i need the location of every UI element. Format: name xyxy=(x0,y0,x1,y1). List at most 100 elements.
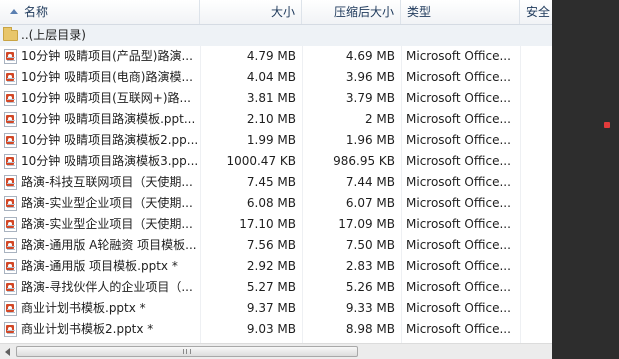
file-name-cell: 10分钟 吸睛项目(互联网+)路... xyxy=(0,88,200,109)
file-name-cell: 商业计划书模板.pptx * xyxy=(0,298,200,319)
file-type: Microsoft Office... xyxy=(406,196,511,210)
file-size: 4.04 MB xyxy=(246,70,296,84)
file-name-cell: 10分钟 吸睛项目路演模板.ppt... xyxy=(0,109,200,130)
side-panel-edge xyxy=(552,0,619,359)
folder-up-icon xyxy=(3,27,18,41)
powerpoint-file-icon xyxy=(4,322,17,337)
powerpoint-file-icon xyxy=(4,301,17,316)
file-name-cell: 路演-寻找伙伴人的企业项目（... xyxy=(0,277,200,298)
file-compressed-size: 5.26 MB xyxy=(345,280,395,294)
file-row[interactable]: 商业计划书模板2.pptx * 9.03 MB 8.98 MB Microsoft O… xyxy=(0,319,552,340)
file-type: Microsoft Office... xyxy=(406,154,511,168)
file-row[interactable]: 路演-实业型企业项目（天使期... 17.10 MB 17.09 MB Microso… xyxy=(0,214,552,235)
file-row[interactable]: 路演-寻找伙伴人的企业项目（... 5.27 MB 5.26 MB Microsoft… xyxy=(0,277,552,298)
file-size: 1000.47 KB xyxy=(226,154,296,168)
file-name: 10分钟 吸睛项目路演模板.ppt... xyxy=(21,112,196,126)
file-type: Microsoft Office... xyxy=(406,175,511,189)
file-compressed-size: 6.07 MB xyxy=(345,196,395,210)
file-name: 10分钟 吸睛项目路演模板2.pp... xyxy=(21,133,199,147)
file-name: 路演-实业型企业项目（天使期... xyxy=(21,196,193,210)
file-row[interactable]: 路演-科技互联网项目（天使期... 7.45 MB 7.44 MB Microsoft… xyxy=(0,172,552,193)
file-type: Microsoft Office... xyxy=(406,322,511,336)
file-size: 9.37 MB xyxy=(246,301,296,315)
file-compressed-size: 2 MB xyxy=(364,112,395,126)
powerpoint-file-icon xyxy=(4,49,17,64)
file-name: 路演-科技互联网项目（天使期... xyxy=(21,175,193,189)
powerpoint-file-icon xyxy=(4,217,17,232)
parent-directory-name-cell: ..(上层目录) xyxy=(0,25,200,46)
file-type: Microsoft Office... xyxy=(406,238,511,252)
file-name-cell: 路演-通用版 A轮融资 项目模板... xyxy=(0,235,200,256)
column-header-size[interactable]: 大小 xyxy=(200,0,302,24)
column-header-compressed-label: 压缩后大小 xyxy=(333,5,394,19)
scrollbar-grip-icon xyxy=(183,349,191,354)
column-header-type[interactable]: 类型 xyxy=(401,0,520,24)
column-header-compressed-size[interactable]: 压缩后大小 xyxy=(302,0,401,24)
column-header-size-label: 大小 xyxy=(270,5,295,19)
file-compressed-size: 7.50 MB xyxy=(345,238,395,252)
file-size: 2.10 MB xyxy=(246,112,296,126)
file-size: 9.03 MB xyxy=(246,322,296,336)
file-row[interactable]: 10分钟 吸睛项目(产品型)路演... 4.79 MB 4.69 MB Microso… xyxy=(0,46,552,67)
file-type: Microsoft Office... xyxy=(406,301,511,315)
file-size: 2.92 MB xyxy=(246,259,296,273)
file-size: 5.27 MB xyxy=(246,280,296,294)
powerpoint-file-icon xyxy=(4,196,17,211)
column-header-security-label: 安全 xyxy=(526,5,551,19)
powerpoint-file-icon xyxy=(4,91,17,106)
file-compressed-size: 7.44 MB xyxy=(345,175,395,189)
file-name: 10分钟 吸睛项目(互联网+)路... xyxy=(21,91,191,105)
file-name: 路演-实业型企业项目（天使期... xyxy=(21,217,193,231)
file-row[interactable]: 10分钟 吸睛项目(电商)路演模... 4.04 MB 3.96 MB Microso… xyxy=(0,67,552,88)
file-size: 4.79 MB xyxy=(246,49,296,63)
file-name-cell: 路演-实业型企业项目（天使期... xyxy=(0,214,200,235)
file-name: 10分钟 吸睛项目(产品型)路演... xyxy=(21,49,193,63)
file-row[interactable]: 商业计划书模板.pptx * 9.37 MB 9.33 MB Microsoft Of… xyxy=(0,298,552,319)
file-name-cell: 10分钟 吸睛项目路演模板3.pp... xyxy=(0,151,200,172)
file-name-cell: 10分钟 吸睛项目(电商)路演模... xyxy=(0,67,200,88)
sort-ascending-icon xyxy=(10,9,18,14)
powerpoint-file-icon xyxy=(4,70,17,85)
file-row[interactable]: 10分钟 吸睛项目路演模板.ppt... 2.10 MB 2 MB Microsoft… xyxy=(0,109,552,130)
parent-directory-row[interactable]: ..(上层目录) xyxy=(0,25,552,46)
file-compressed-size: 4.69 MB xyxy=(345,49,395,63)
file-row[interactable]: 10分钟 吸睛项目(互联网+)路... 3.81 MB 3.79 MB Microso… xyxy=(0,88,552,109)
column-header-name[interactable]: 名称 xyxy=(0,0,200,24)
file-row[interactable]: 路演-通用版 A轮融资 项目模板... 7.56 MB 7.50 MB Microso… xyxy=(0,235,552,256)
file-compressed-size: 1.96 MB xyxy=(345,133,395,147)
file-size: 7.56 MB xyxy=(246,238,296,252)
file-name-cell: 商业计划书模板2.pptx * xyxy=(0,319,200,340)
file-name: 路演-通用版 项目模板.pptx * xyxy=(21,259,178,273)
file-name-cell: 路演-通用版 项目模板.pptx * xyxy=(0,256,200,277)
file-type: Microsoft Office... xyxy=(406,133,511,147)
column-header-security[interactable]: 安全 xyxy=(520,0,552,24)
column-header-name-label: 名称 xyxy=(24,5,49,19)
file-size: 3.81 MB xyxy=(246,91,296,105)
file-type: Microsoft Office... xyxy=(406,112,511,126)
file-compressed-size: 9.33 MB xyxy=(345,301,395,315)
file-size: 17.10 MB xyxy=(239,217,296,231)
parent-directory-label: ..(上层目录) xyxy=(21,28,86,42)
scroll-left-arrow-icon[interactable] xyxy=(2,346,14,358)
scrollbar-thumb[interactable] xyxy=(16,346,358,357)
horizontal-scrollbar[interactable] xyxy=(0,343,552,359)
file-name: 路演-通用版 A轮融资 项目模板... xyxy=(21,238,197,252)
file-type: Microsoft Office... xyxy=(406,91,511,105)
powerpoint-file-icon xyxy=(4,175,17,190)
file-row[interactable]: 路演-实业型企业项目（天使期... 6.08 MB 6.07 MB Microsoft… xyxy=(0,193,552,214)
powerpoint-file-icon xyxy=(4,112,17,127)
file-size: 6.08 MB xyxy=(246,196,296,210)
file-compressed-size: 2.83 MB xyxy=(345,259,395,273)
file-list-pane: 名称 大小 压缩后大小 类型 安全 ..(上层目录) 10分钟 吸睛项目(产品型… xyxy=(0,0,552,359)
file-row[interactable]: 路演-通用版 项目模板.pptx * 2.92 MB 2.83 MB Microsof… xyxy=(0,256,552,277)
file-row[interactable]: 10分钟 吸睛项目路演模板3.pp... 1000.47 KB 986.95 KB M… xyxy=(0,151,552,172)
file-compressed-size: 8.98 MB xyxy=(345,322,395,336)
powerpoint-file-icon xyxy=(4,280,17,295)
file-compressed-size: 17.09 MB xyxy=(338,217,395,231)
file-type: Microsoft Office... xyxy=(406,259,511,273)
file-type: Microsoft Office... xyxy=(406,49,511,63)
column-header-type-label: 类型 xyxy=(407,5,432,19)
file-compressed-size: 986.95 KB xyxy=(333,154,395,168)
file-name-cell: 路演-科技互联网项目（天使期... xyxy=(0,172,200,193)
file-row[interactable]: 10分钟 吸睛项目路演模板2.pp... 1.99 MB 1.96 MB Micros… xyxy=(0,130,552,151)
